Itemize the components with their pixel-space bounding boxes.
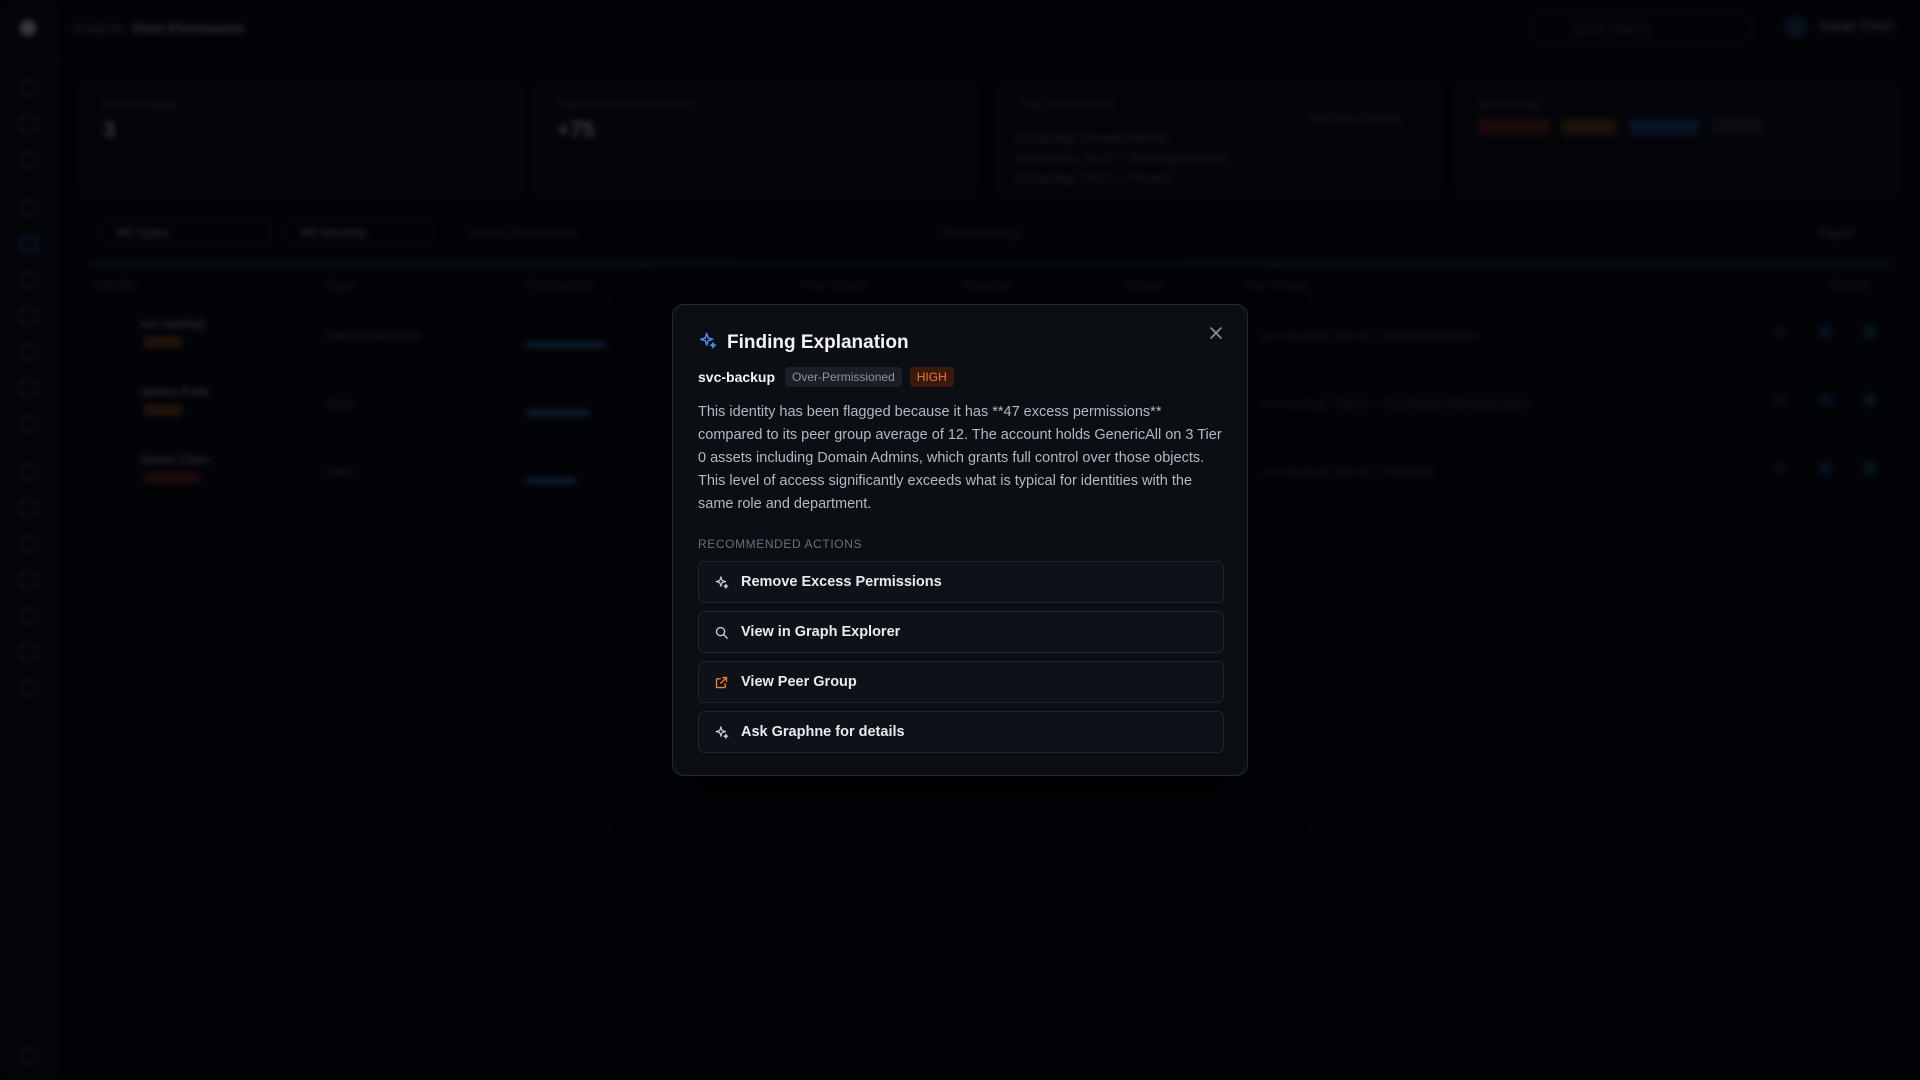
recommended-actions-list: Remove Excess Permissions View in Graph … [698,561,1224,761]
sparkles-icon [713,724,729,740]
identity-row: svc-backup Over-Permissioned HIGH [698,367,962,387]
identity-name: svc-backup [698,369,776,385]
finding-explanation-modal: Finding Explanation svc-backup Over-Perm… [672,304,1248,776]
external-link-icon [713,674,729,690]
ask-graphne-button[interactable]: Ask Graphne for details [698,711,1224,753]
remove-excess-permissions-button[interactable]: Remove Excess Permissions [698,561,1224,603]
recommended-actions-heading: RECOMMENDED ACTIONS [698,537,863,551]
sparkles-icon [713,574,729,590]
action-label: Ask Graphne for details [741,724,905,740]
sparkles-icon [698,331,727,355]
finding-description: This identity has been flagged because i… [698,404,1222,512]
action-label: Remove Excess Permissions [741,574,942,590]
action-label: View in Graph Explorer [741,624,901,640]
severity-badge: HIGH [909,367,954,387]
action-label: View Peer Group [741,674,857,690]
close-button[interactable] [1205,322,1227,344]
modal-title: Finding Explanation [727,332,909,353]
finding-type-badge: Over-Permissioned [785,367,902,387]
close-icon [1210,327,1222,339]
view-in-graph-explorer-button[interactable]: View in Graph Explorer [698,611,1224,653]
view-peer-group-button[interactable]: View Peer Group [698,661,1224,703]
modal-header: Finding Explanation [698,331,909,355]
search-icon [713,624,729,640]
